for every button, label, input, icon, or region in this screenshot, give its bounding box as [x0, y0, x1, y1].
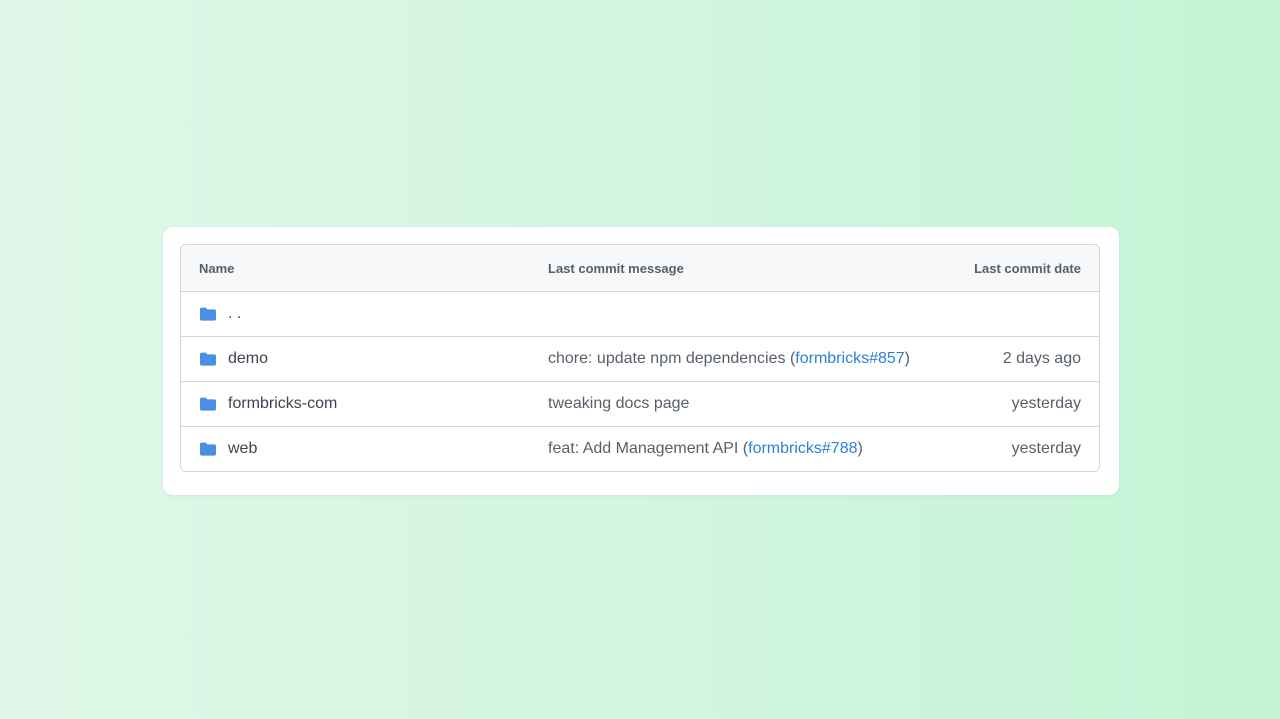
commit-date: 2 days ago — [1002, 350, 1081, 367]
folder-name-link[interactable]: web — [228, 440, 257, 458]
table-header: Name Last commit message Last commit dat… — [181, 245, 1099, 291]
commit-message: feat: Add Management API (formbricks#788… — [548, 440, 863, 457]
commit-pr-link[interactable]: formbricks#857 — [795, 350, 904, 367]
folder-name-link[interactable]: formbricks-com — [228, 395, 337, 413]
header-date: Last commit date — [974, 260, 1081, 276]
commit-message: tweaking docs page — [548, 395, 690, 412]
table-row[interactable]: web feat: Add Management API (formbricks… — [181, 426, 1099, 471]
file-browser-card: Name Last commit message Last commit dat… — [163, 227, 1119, 495]
folder-icon — [200, 442, 216, 456]
commit-date: yesterday — [1011, 440, 1081, 457]
folder-icon — [200, 397, 216, 411]
folder-icon — [200, 352, 216, 366]
header-name: Name — [199, 260, 235, 276]
table-row[interactable]: demo chore: update npm dependencies (for… — [181, 336, 1099, 381]
commit-pr-link[interactable]: formbricks#788 — [748, 440, 857, 457]
folder-name-link[interactable]: demo — [228, 350, 268, 368]
commit-message: chore: update npm dependencies (formbric… — [548, 350, 910, 367]
folder-icon — [200, 307, 216, 321]
table-row[interactable]: formbricks-com tweaking docs page yester… — [181, 381, 1099, 426]
table-row-parent-dir[interactable]: . . — [181, 291, 1099, 336]
header-message: Last commit message — [548, 260, 684, 276]
file-table: Name Last commit message Last commit dat… — [180, 244, 1100, 472]
parent-dir-link[interactable]: . . — [228, 305, 241, 323]
commit-date: yesterday — [1011, 395, 1081, 412]
